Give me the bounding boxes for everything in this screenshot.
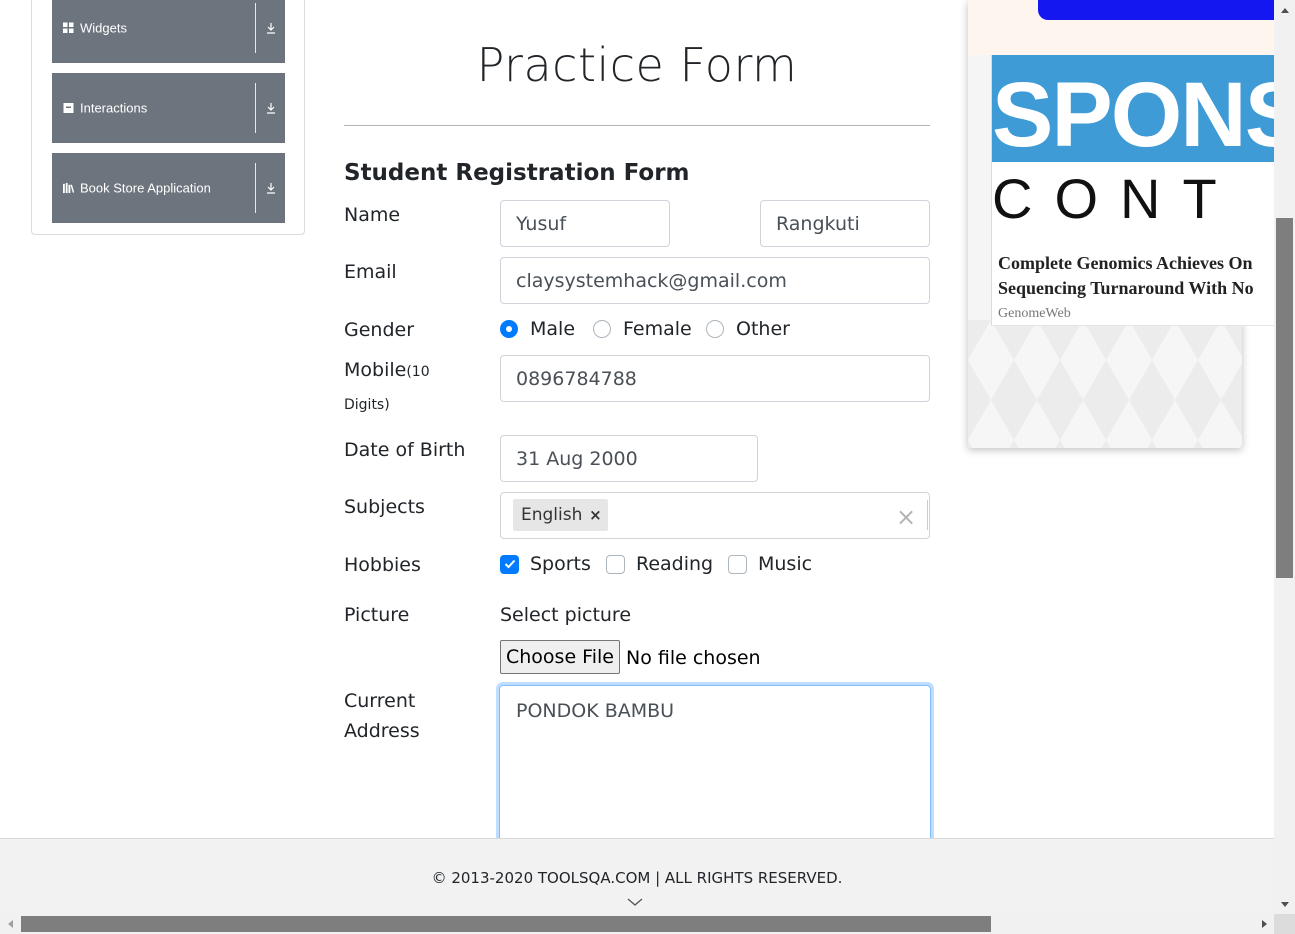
dob-label: Date of Birth	[344, 439, 466, 461]
first-name-input[interactable]: Yusuf	[500, 200, 670, 247]
date-of-birth-input[interactable]: 31 Aug 2000	[500, 435, 758, 482]
download-arrow-icon[interactable]	[265, 182, 277, 194]
hobbies-label: Hobbies	[344, 554, 421, 576]
mobile-input[interactable]: 0896784788	[500, 355, 930, 402]
hobby-checkbox-music[interactable]: Music	[728, 553, 812, 575]
radio-selected-icon[interactable]	[500, 320, 518, 338]
chevron-down-icon[interactable]	[627, 897, 643, 907]
sidebar-item-widgets[interactable]: Widgets	[52, 0, 285, 63]
vertical-scroll-thumb[interactable]	[1276, 218, 1293, 578]
ad-card[interactable]: SPONS CONT Complete Genomics Achieves On…	[991, 55, 1275, 326]
ad-image: SPONS CONT	[992, 55, 1275, 245]
gender-radio-male[interactable]: Male	[500, 318, 575, 340]
radio-empty-icon[interactable]	[706, 320, 724, 338]
scroll-left-icon[interactable]	[0, 914, 20, 934]
mobile-hint-2: Digits)	[344, 397, 390, 413]
clear-icon[interactable]: ×	[896, 503, 916, 531]
mobile-label-text: Mobile	[344, 359, 407, 381]
checkbox-empty-icon[interactable]	[728, 554, 747, 574]
grid-icon	[63, 22, 74, 34]
scrollbar-corner	[1274, 914, 1295, 934]
ad-headline[interactable]: Complete Genomics Achieves On Sequencing…	[998, 251, 1275, 301]
vertical-scrollbar[interactable]	[1274, 0, 1295, 914]
address-label-line2: Address	[344, 720, 420, 742]
sidebar-item-label: Interactions	[80, 100, 148, 116]
checkbox-checked-icon[interactable]	[500, 554, 519, 574]
ad-content-text: CONT	[992, 167, 1239, 230]
name-label: Name	[344, 204, 401, 226]
box-icon	[63, 103, 74, 114]
subjects-separator	[927, 500, 928, 530]
page-title: Practice Form	[476, 38, 798, 92]
file-status: No file chosen	[626, 647, 761, 669]
gender-label: Gender	[344, 319, 415, 341]
last-name-input[interactable]: Rangkuti	[760, 200, 930, 247]
subjects-label: Subjects	[344, 496, 425, 518]
divider	[255, 163, 256, 213]
hobby-checkbox-reading[interactable]: Reading	[606, 553, 713, 575]
checkbox-empty-icon[interactable]	[606, 554, 625, 574]
subject-chip: English ×	[513, 499, 609, 531]
gender-radio-other[interactable]: Other	[706, 318, 790, 340]
scroll-down-icon[interactable]	[1274, 896, 1295, 912]
picture-label: Picture	[344, 604, 410, 626]
ad-background-pattern	[968, 320, 1242, 448]
scroll-up-icon[interactable]	[1274, 2, 1295, 18]
footer: © 2013-2020 TOOLSQA.COM | ALL RIGHTS RES…	[0, 838, 1274, 914]
ad-button[interactable]	[1038, 0, 1274, 20]
hobby-checkbox-sports[interactable]: Sports	[500, 553, 591, 575]
mobile-label: Mobile(10	[344, 359, 430, 381]
books-icon	[63, 182, 74, 194]
ad-source: GenomeWeb	[998, 306, 1071, 321]
horizontal-scrollbar[interactable]	[0, 914, 1274, 934]
radio-empty-icon[interactable]	[593, 320, 611, 338]
scroll-right-icon[interactable]	[1254, 914, 1274, 934]
download-arrow-icon[interactable]	[265, 102, 277, 114]
email-input[interactable]: claysystemhack@gmail.com	[500, 257, 930, 304]
address-label-line1: Current	[344, 690, 416, 712]
divider	[255, 83, 256, 133]
subject-chip-label: English	[521, 505, 583, 525]
checkbox-label: Sports	[530, 553, 591, 575]
email-label: Email	[344, 261, 397, 283]
sidebar-item-label: Widgets	[80, 20, 127, 36]
checkbox-label: Music	[758, 553, 813, 575]
horizontal-scroll-thumb[interactable]	[21, 916, 991, 932]
checkbox-label: Reading	[636, 553, 714, 575]
sidebar-item-label: Book Store Application	[80, 180, 211, 196]
sidebar-item-interactions[interactable]: Interactions	[52, 73, 285, 143]
gender-radio-female[interactable]: Female	[593, 318, 692, 340]
ad-top-banner	[968, 0, 1274, 55]
form-heading: Student Registration Form	[344, 160, 690, 186]
select-picture-label: Select picture	[500, 604, 632, 626]
title-divider	[344, 125, 930, 126]
download-arrow-icon[interactable]	[265, 22, 277, 34]
footer-copyright: © 2013-2020 TOOLSQA.COM | ALL RIGHTS RES…	[431, 869, 843, 887]
mobile-hint: (10	[406, 364, 430, 380]
divider	[255, 3, 256, 53]
ad-headline-line2: Sequencing Turnaround With No	[998, 278, 1254, 298]
choose-file-button[interactable]: Choose File	[500, 640, 620, 674]
ad-headline-line1: Complete Genomics Achieves On	[998, 253, 1253, 273]
radio-label: Other	[736, 318, 790, 340]
remove-icon[interactable]: ×	[582, 506, 608, 524]
radio-label: Female	[623, 318, 692, 340]
ad-sponsored-text: SPONS	[992, 64, 1275, 166]
sidebar-item-book-store[interactable]: Book Store Application	[52, 153, 285, 223]
current-address-textarea[interactable]: PONDOK BAMBU	[499, 685, 931, 845]
radio-label: Male	[530, 318, 576, 340]
mobile-hint-line2: Digits)	[344, 392, 390, 414]
